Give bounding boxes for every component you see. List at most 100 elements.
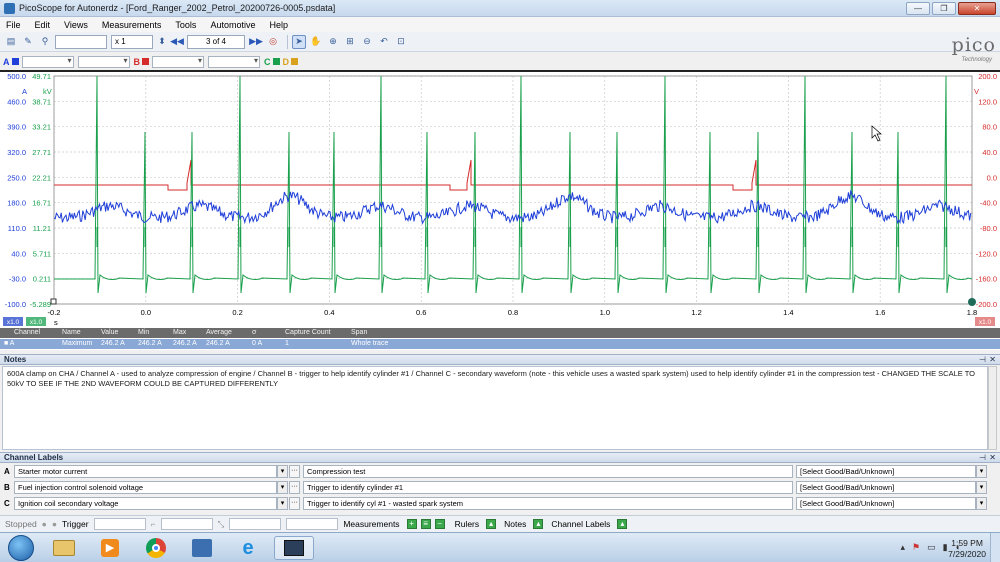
timebase-select[interactable] <box>55 34 107 49</box>
open-file-icon[interactable]: ▤ <box>4 35 18 49</box>
trigger-edge-icon[interactable]: ⌐ <box>151 519 156 529</box>
table-row[interactable]: ■ A Maximum 246.2 A 246.2 A 246.2 A 246.… <box>0 339 1000 349</box>
channel-a-zoom-tag: x1.0 <box>7 319 20 326</box>
trigger-level-input[interactable] <box>229 518 282 530</box>
channel-labels-toggle-icon[interactable]: ▴ <box>617 519 628 529</box>
menu-measurements[interactable]: Measurements <box>102 20 162 30</box>
menu-tools[interactable]: Tools <box>175 20 196 30</box>
edit-icon[interactable]: ✎ <box>21 35 35 49</box>
tray-expand-icon[interactable]: ▴ <box>900 542 905 553</box>
x-axis-tick-label: 1.2 <box>691 308 701 317</box>
menu-views[interactable]: Views <box>64 20 88 30</box>
chrome-icon[interactable] <box>136 536 176 560</box>
pin-icon[interactable]: ⊣ <box>979 355 986 365</box>
chevron-down-icon[interactable]: ▾ <box>277 481 288 494</box>
trigger-level-icon[interactable]: ⤡ <box>218 519 225 530</box>
taskbar-clock[interactable]: 1:59 PM 7/29/2020 <box>948 538 986 560</box>
zoom-region-icon[interactable]: ⊞ <box>343 35 357 49</box>
next-buffer-icon[interactable]: ▶▶ <box>249 35 263 49</box>
channel-description-field[interactable]: Trigger to identify cylinder #1 <box>303 481 793 494</box>
channel-d-button[interactable]: D <box>283 57 290 67</box>
pre-trigger-input[interactable] <box>286 518 339 530</box>
start-button[interactable] <box>8 535 34 561</box>
channel-a-range-select[interactable] <box>21 55 74 68</box>
display-icon[interactable]: ▭ <box>927 542 936 553</box>
hand-tool-icon[interactable]: ✋ <box>309 35 323 49</box>
channel-b-button[interactable]: B <box>134 57 141 67</box>
pointer-tool-icon[interactable]: ➤ <box>292 34 306 49</box>
notes-title: Notes <box>4 355 27 364</box>
chevron-down-icon[interactable]: ▾ <box>277 465 288 478</box>
picoscope-taskbar-icon[interactable] <box>274 536 314 560</box>
menu-automotive[interactable]: Automotive <box>210 20 255 30</box>
rating-select[interactable]: [Select Good/Bad/Unknown] <box>796 481 976 494</box>
more-options-icon[interactable]: ··· <box>289 481 300 494</box>
zoom-fit-icon[interactable]: ⊡ <box>394 35 408 49</box>
channel-b-range-select[interactable] <box>152 55 204 68</box>
trigger-channel-select[interactable] <box>160 518 213 530</box>
zoom-in-icon[interactable]: ⊕ <box>326 35 340 49</box>
action-center-icon[interactable]: ⚑ <box>912 542 920 553</box>
stop-icon[interactable]: ● <box>52 519 57 529</box>
more-options-icon[interactable]: ··· <box>289 465 300 478</box>
ruler-handle <box>968 298 976 306</box>
zoom-out-icon[interactable]: ⊖ <box>360 35 374 49</box>
maximize-button[interactable]: ❐ <box>932 1 956 15</box>
scope-plot[interactable]: 500.0 460.0 390.0 320.0 250.0 180.0 110.0 40.0 -… <box>0 72 1000 330</box>
close-channel-labels-icon[interactable]: ✕ <box>989 453 996 463</box>
close-button[interactable]: ✕ <box>958 1 996 15</box>
file-explorer-icon[interactable] <box>44 536 84 560</box>
x-axis-tick-label: 0.4 <box>324 308 334 317</box>
axis-b-tick-label: -160.0 <box>976 275 997 284</box>
axis-c-tick-label: 33.21 <box>32 123 51 132</box>
channel-a-button[interactable]: A <box>3 57 10 67</box>
channel-description-field[interactable]: Trigger to identify cyl #1 - wasted spar… <box>303 497 793 510</box>
chevron-down-icon[interactable]: ▾ <box>976 481 987 494</box>
pin-icon[interactable]: ⊣ <box>979 453 986 463</box>
x-axis-unit: s <box>54 318 58 327</box>
buffer-navigator[interactable]: 3 of 4 <box>187 34 245 49</box>
chevron-down-icon[interactable]: ▾ <box>976 497 987 510</box>
rulers-toggle-icon[interactable]: ▴ <box>486 519 497 529</box>
notes-toggle-icon[interactable]: ▴ <box>533 519 544 529</box>
channel-label-field[interactable]: Ignition coil secondary voltage <box>14 497 277 510</box>
close-notes-icon[interactable]: ✕ <box>989 355 996 365</box>
edit-measurement-icon[interactable]: ≡ <box>420 519 431 529</box>
network-icon[interactable]: ▮ <box>943 542 948 553</box>
first-buffer-icon[interactable]: ◀◀ <box>170 35 184 49</box>
buffer-settings-icon[interactable]: ◎ <box>266 35 280 49</box>
chevron-down-icon[interactable]: ▾ <box>976 465 987 478</box>
zoom-select[interactable]: x 1 <box>111 34 153 49</box>
undo-zoom-icon[interactable]: ↶ <box>377 35 391 49</box>
chevron-down-icon[interactable]: ▾ <box>277 497 288 510</box>
rating-select[interactable]: [Select Good/Bad/Unknown] <box>796 497 976 510</box>
notes-textarea[interactable]: 600A clamp on CHA / Channel A - used to … <box>2 366 988 450</box>
rating-select[interactable]: [Select Good/Bad/Unknown] <box>796 465 976 478</box>
probe-icon[interactable]: ⚲ <box>38 35 52 49</box>
show-desktop-button[interactable] <box>990 533 1000 562</box>
scope-view[interactable]: 500.0 460.0 390.0 320.0 250.0 180.0 110.0 40.0 -… <box>0 70 1000 328</box>
channel-a-coupling-select[interactable] <box>77 55 130 68</box>
channel-label-field[interactable]: Fuel injection control solenoid voltage <box>14 481 277 494</box>
channel-label-field[interactable]: Starter motor current <box>14 465 277 478</box>
channel-b-coupling-select[interactable] <box>208 55 260 68</box>
media-player-icon[interactable]: ▶ <box>90 536 130 560</box>
menu-edit[interactable]: Edit <box>35 20 51 30</box>
minimize-button[interactable]: — <box>906 1 930 15</box>
remove-measurement-icon[interactable]: − <box>434 519 445 529</box>
channel-c-button[interactable]: C <box>264 57 271 67</box>
more-options-icon[interactable]: ··· <box>289 497 300 510</box>
internet-explorer-icon[interactable]: e <box>228 536 268 560</box>
notes-scrollbar[interactable] <box>988 366 997 450</box>
axis-a-tick-label: 40.0 <box>11 249 26 258</box>
axis-a-unit: A <box>22 87 27 96</box>
run-icon[interactable]: ● <box>42 519 47 529</box>
pico-logo: pico <box>951 34 996 56</box>
add-measurement-icon[interactable]: + <box>406 519 417 529</box>
spinner-icon[interactable]: ⬍ <box>157 35 167 49</box>
trigger-mode-select[interactable] <box>93 518 146 530</box>
menu-help[interactable]: Help <box>269 20 288 30</box>
network-app-icon[interactable] <box>182 536 222 560</box>
menu-file[interactable]: File <box>6 20 21 30</box>
channel-description-field[interactable]: Compression test <box>303 465 793 478</box>
